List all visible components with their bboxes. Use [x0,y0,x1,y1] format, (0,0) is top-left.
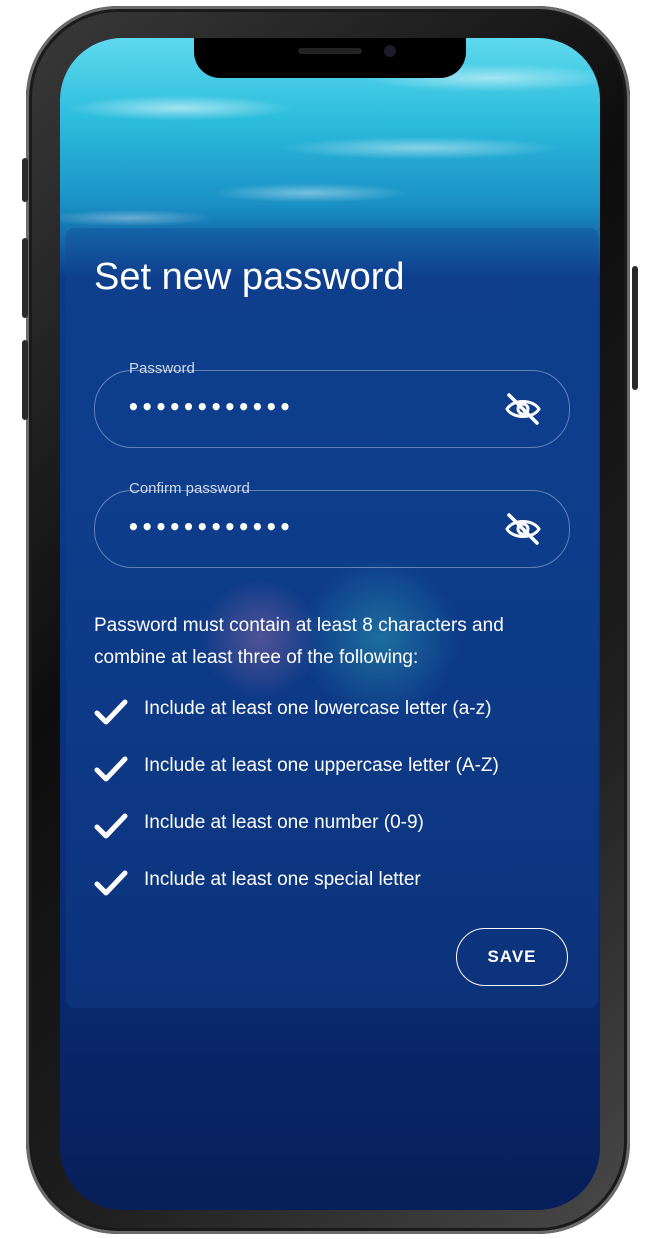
confirm-password-field[interactable]: Confirm password •••••••••••• [94,480,570,568]
check-icon [94,870,128,896]
save-button[interactable]: SAVE [456,928,568,986]
requirement-label: Include at least one special letter [144,869,421,890]
requirement-label: Include at least one lowercase letter (a… [144,698,492,719]
check-icon [94,699,128,725]
list-item: Include at least one uppercase letter (A… [94,755,499,812]
notch [194,38,466,78]
requirements-list: Include at least one lowercase letter (a… [94,698,499,926]
volume-down-button [22,340,28,420]
check-icon [94,756,128,782]
mute-switch [22,158,28,202]
password-field-label: Password [129,360,195,377]
phone-screen: Set new password Password •••••••••••• C… [60,38,600,1210]
volume-up-button [22,238,28,318]
eye-off-icon[interactable] [503,391,543,427]
eye-off-icon[interactable] [503,511,543,547]
list-item: Include at least one special letter [94,869,499,926]
confirm-password-value[interactable]: •••••••••••• [127,515,292,539]
confirm-password-field-label: Confirm password [129,480,250,497]
password-requirements-intro: Password must contain at least 8 charact… [94,615,504,668]
check-icon [94,813,128,839]
speaker-grille [298,48,362,54]
password-field[interactable]: Password •••••••••••• [94,360,570,448]
password-value[interactable]: •••••••••••• [127,395,292,419]
requirement-label: Include at least one uppercase letter (A… [144,755,499,776]
requirement-label: Include at least one number (0-9) [144,812,424,833]
page-title: Set new password [94,256,405,298]
list-item: Include at least one number (0-9) [94,812,499,869]
front-camera [384,45,396,57]
power-button [632,266,638,390]
list-item: Include at least one lowercase letter (a… [94,698,499,755]
